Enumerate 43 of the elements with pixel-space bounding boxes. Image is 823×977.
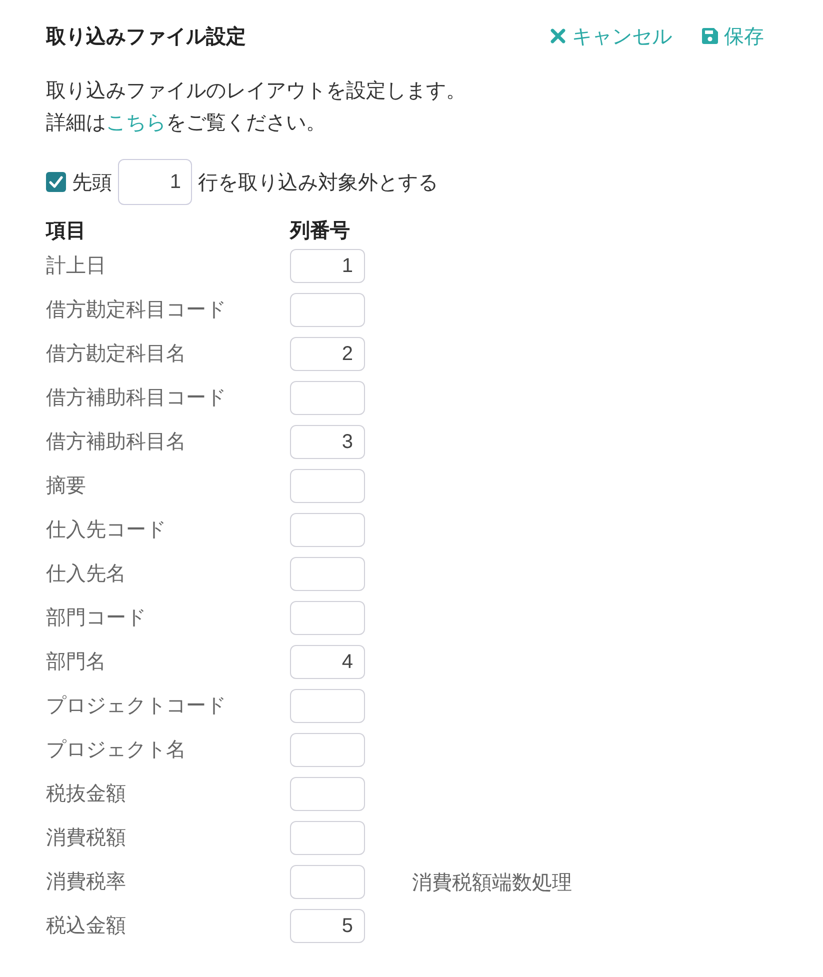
field-label: 部門コード xyxy=(46,606,147,631)
field-label: 税抜金額 xyxy=(46,782,127,807)
input-field[interactable]: 1 xyxy=(290,249,365,283)
input-field[interactable] xyxy=(290,733,365,767)
input-field[interactable] xyxy=(290,821,365,855)
close-icon xyxy=(550,28,566,44)
checkbox[interactable] xyxy=(46,172,66,192)
input-field[interactable] xyxy=(290,557,365,591)
field-label: 仕入先コード xyxy=(46,518,167,543)
page-title: 取り込みファイル設定 xyxy=(46,24,246,50)
field-label: 借方補助科目コード xyxy=(46,386,227,411)
input-field[interactable]: 5 xyxy=(290,909,365,943)
field-label: 借方勘定科目コード xyxy=(46,298,227,323)
input-field[interactable] xyxy=(290,469,365,503)
field-label: 税込金額 xyxy=(46,914,127,939)
field-label: 借方勘定科目名 xyxy=(46,342,187,367)
field-label: 仕入先名 xyxy=(46,562,127,587)
input-field[interactable] xyxy=(290,777,365,811)
field-label: 摘要 xyxy=(46,474,87,499)
input-field[interactable]: 4 xyxy=(290,645,365,679)
input-field[interactable]: 3 xyxy=(290,425,365,459)
description-text: 取り込みファイルのレイアウトを設定します。 xyxy=(46,79,467,104)
checkbox-label: 先頭 xyxy=(72,170,112,196)
field-label: プロジェクト名 xyxy=(46,738,187,763)
field-label: 消費税額 xyxy=(46,826,127,851)
input-field[interactable] xyxy=(290,601,365,635)
input-field[interactable]: 1 xyxy=(118,159,192,205)
input-field[interactable] xyxy=(290,689,365,723)
input-field[interactable] xyxy=(290,513,365,547)
description-text: 詳細はこちら をご覧ください。 xyxy=(46,111,327,136)
column-header: 列番号 xyxy=(290,219,351,244)
field-label: プロジェクトコード xyxy=(46,694,227,719)
input-field[interactable] xyxy=(290,381,365,415)
column-header: 項目 xyxy=(46,219,87,244)
field-label: 消費税率 xyxy=(46,870,127,895)
input-field[interactable] xyxy=(290,865,365,899)
field-label: 消費税額端数処理 xyxy=(411,870,573,896)
field-label: 計上日 xyxy=(46,254,107,279)
input-field[interactable] xyxy=(290,293,365,327)
field-label: 借方補助科目名 xyxy=(46,430,187,455)
field-label: 部門名 xyxy=(46,650,107,675)
input-field[interactable]: 2 xyxy=(290,337,365,371)
checkbox-label: 行を取り込み対象外とする xyxy=(198,170,438,196)
